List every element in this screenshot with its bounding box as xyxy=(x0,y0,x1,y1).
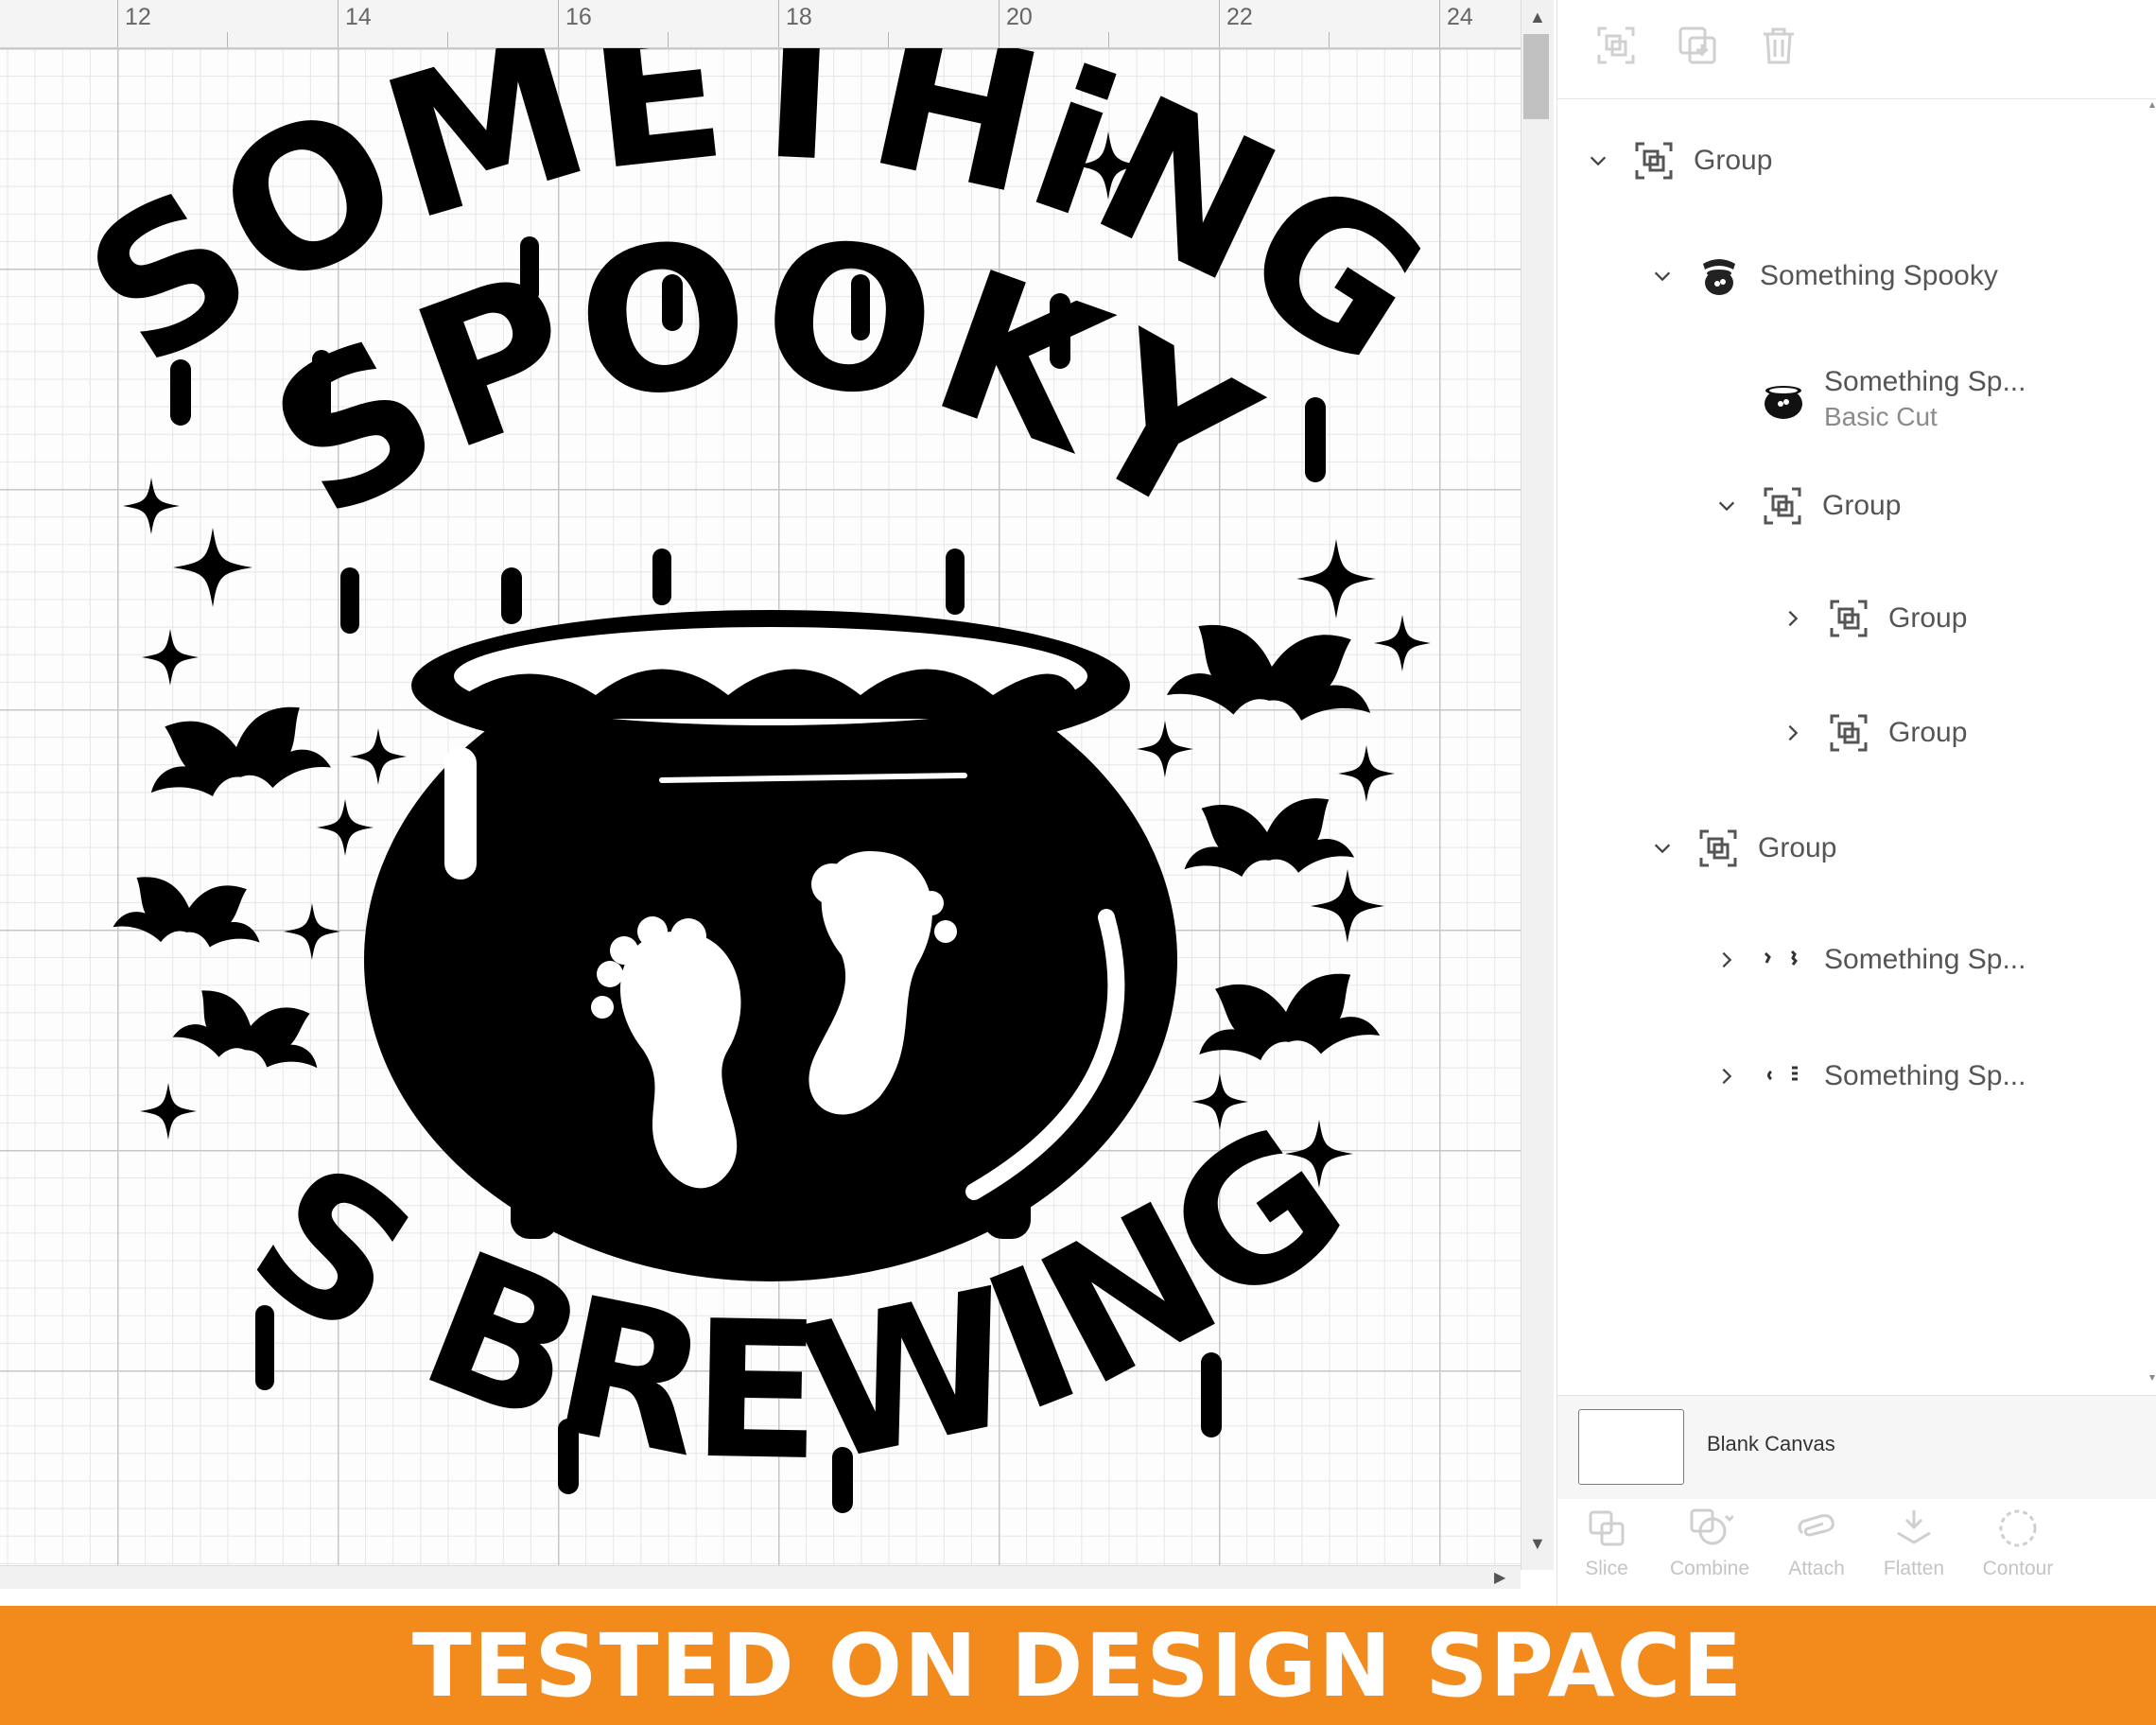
layer-row-something-spooky[interactable]: Something Spooky xyxy=(1648,248,1998,305)
delete-icon[interactable] xyxy=(1756,23,1801,68)
banner-text: TESTED ON DESIGN SPACE xyxy=(411,1614,1745,1716)
chevron-down-icon[interactable] xyxy=(1584,147,1612,175)
chevron-right-icon[interactable] xyxy=(1779,719,1807,747)
layer-row-group[interactable]: Group xyxy=(1779,590,1967,647)
combine-label: Combine xyxy=(1669,1558,1750,1579)
ruler-label-18: 18 xyxy=(786,4,812,30)
flatten-icon xyxy=(1897,1510,1931,1544)
vertical-scrollbar[interactable] xyxy=(1521,0,1554,1570)
cauldron-illustration xyxy=(364,610,1177,1281)
layer-row-group[interactable]: Group xyxy=(1779,705,1967,761)
flatten-label: Flatten xyxy=(1883,1558,1945,1579)
combine-icon xyxy=(1690,1508,1733,1545)
layer-label: Group xyxy=(1758,832,1837,863)
blank-canvas-label: Blank Canvas xyxy=(1707,1432,1835,1455)
something-spooky-artwork[interactable]: SOMETHiNG SPOOKY IS BREWING xyxy=(0,0,1521,1570)
layer-label: Something Sp... Basic Cut xyxy=(1824,366,2026,432)
layer-label: Group xyxy=(1822,490,1902,521)
layer-label: Something Sp... xyxy=(1824,1060,2026,1091)
layers-panel: Group Something Spooky Something Sp... B… xyxy=(1556,0,2156,1606)
group-icon xyxy=(1830,714,1868,752)
group-icon xyxy=(1699,829,1737,867)
ruler-label-20: 20 xyxy=(1006,4,1033,30)
attach-label: Attach xyxy=(1788,1558,1845,1579)
slice-icon xyxy=(1589,1510,1625,1546)
chevron-right-icon[interactable] xyxy=(1713,946,1741,974)
scroll-right-icon[interactable]: ▶ xyxy=(1494,1568,1505,1587)
contour-icon xyxy=(1999,1509,2037,1547)
ruler-label-16: 16 xyxy=(565,4,592,30)
chevron-down-icon[interactable] xyxy=(1713,492,1741,520)
layer-label: Group xyxy=(1888,717,1968,748)
group-icon xyxy=(1764,487,1801,525)
layer-label: Something Sp... xyxy=(1824,944,2026,975)
layer-row-group[interactable]: Group xyxy=(1648,820,1836,877)
combine-button[interactable]: Combine xyxy=(1658,1505,1762,1580)
artwork-thumbnail-icon xyxy=(1703,259,1735,295)
layer-row-something-spooky[interactable]: Something Sp... xyxy=(1713,932,2026,988)
design-canvas[interactable]: SOMETHiNG SPOOKY IS BREWING xyxy=(0,0,1521,1570)
vertical-scrollbar-thumb[interactable] xyxy=(1523,34,1549,119)
promo-banner: TESTED ON DESIGN SPACE xyxy=(0,1606,2156,1725)
ruler-label-14: 14 xyxy=(345,4,372,30)
layer-row-basic-cut[interactable]: Something Sp... Basic Cut xyxy=(1760,359,2026,439)
horizontal-ruler: 12 14 16 18 20 22 24 xyxy=(0,0,1521,48)
cauldron-thumbnail-icon xyxy=(1765,386,1802,419)
layer-label: Something Spooky xyxy=(1760,260,1998,291)
blank-canvas-swatch[interactable] xyxy=(1578,1409,1684,1485)
contour-label: Contour xyxy=(1982,1558,2054,1579)
layer-label: Group xyxy=(1694,145,1773,176)
chevron-right-icon[interactable] xyxy=(1779,604,1807,633)
chevron-down-icon[interactable] xyxy=(1648,834,1677,862)
layers-scrollbar[interactable] xyxy=(2147,98,2156,1394)
duplicate-icon[interactable] xyxy=(1675,23,1720,68)
layer-actions-toolbar: Slice Combine Attach Flatten Contour xyxy=(1557,1499,2156,1606)
flatten-button[interactable]: Flatten xyxy=(1862,1505,1966,1580)
attach-icon xyxy=(1798,1514,1834,1537)
layer-row-group[interactable]: Group xyxy=(1584,132,1772,189)
layer-name: Something Sp... xyxy=(1824,366,2026,397)
fragment-thumbnail-icon xyxy=(1767,1066,1798,1081)
ruler-label-22: 22 xyxy=(1226,4,1253,30)
layer-row-something-spooky[interactable]: Something Sp... xyxy=(1713,1048,2026,1105)
ruler-label-24: 24 xyxy=(1447,4,1473,30)
slice-label: Slice xyxy=(1585,1558,1628,1579)
attach-button[interactable]: Attach xyxy=(1765,1505,1869,1580)
layer-row-group[interactable]: Group xyxy=(1713,478,1901,534)
contour-button[interactable]: Contour xyxy=(1966,1505,2070,1580)
group-icon xyxy=(1830,600,1868,637)
ruler-label-12: 12 xyxy=(125,4,151,30)
fragment-thumbnail-icon xyxy=(1764,950,1798,966)
scroll-down-icon[interactable]: ▼ xyxy=(1529,1534,1546,1554)
group-icon[interactable] xyxy=(1593,23,1639,68)
chevron-right-icon[interactable] xyxy=(1713,1062,1741,1090)
scroll-up-icon[interactable]: ▲ xyxy=(1529,8,1546,27)
layers-panel-toolbar xyxy=(1557,0,2156,99)
blank-canvas-row[interactable]: Blank Canvas xyxy=(1557,1395,2156,1500)
group-icon xyxy=(1635,142,1673,180)
layer-operation: Basic Cut xyxy=(1824,402,1938,431)
layer-label: Group xyxy=(1888,602,1968,634)
chevron-down-icon[interactable] xyxy=(1648,262,1677,290)
slice-button[interactable]: Slice xyxy=(1555,1505,1659,1580)
horizontal-scrollbar[interactable] xyxy=(0,1565,1521,1589)
